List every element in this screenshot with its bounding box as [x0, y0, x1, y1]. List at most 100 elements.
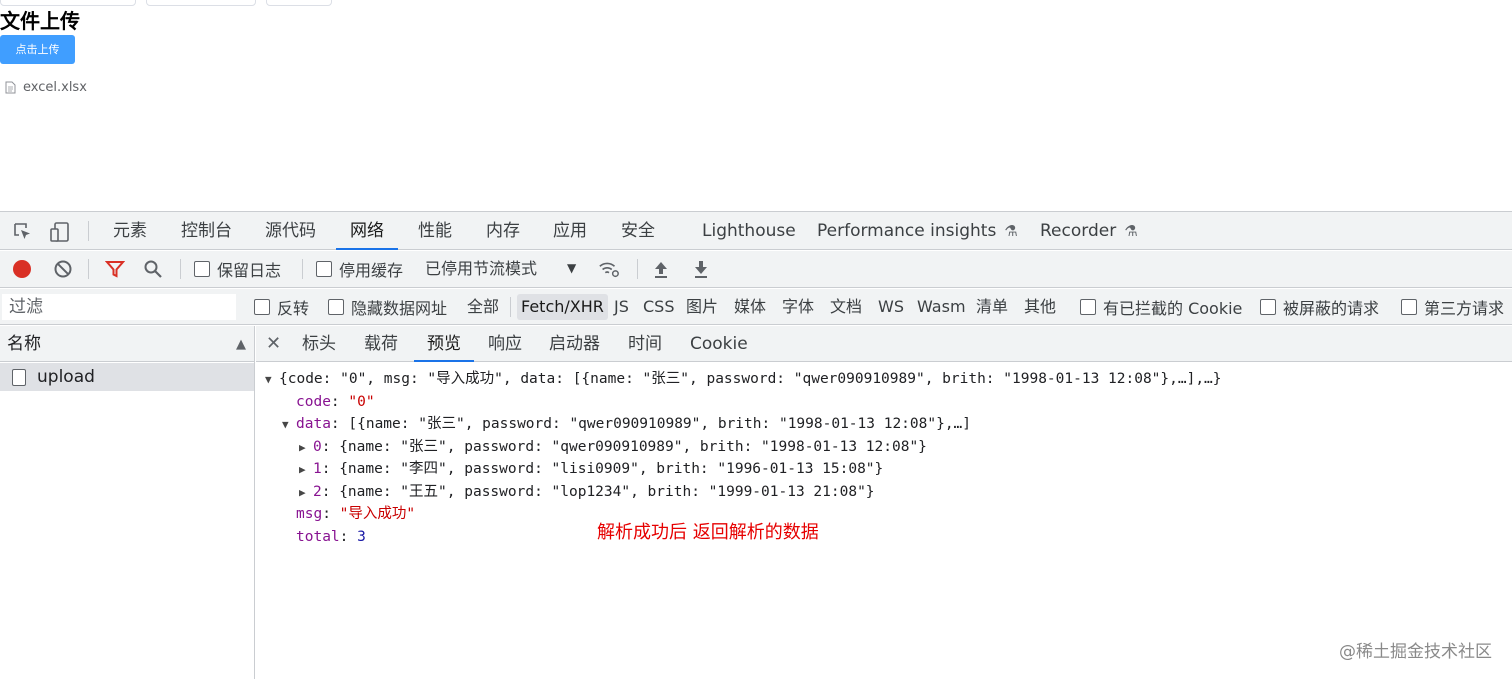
disable-cache-label: 停用缓存 [339, 261, 404, 280]
toolbar-divider [637, 259, 638, 279]
tab-lighthouse[interactable]: Lighthouse [702, 212, 796, 250]
filter-type-manifest[interactable]: 清单 [976, 294, 1008, 320]
devtools-panel: 元素 控制台 源代码 网络 性能 内存 应用 安全 Lighthouse Per… [0, 211, 1512, 679]
export-har-icon[interactable] [690, 258, 712, 280]
preserve-log-label: 保留日志 [217, 261, 282, 280]
msg-value: "导入成功" [339, 506, 416, 522]
filter-type-media[interactable]: 媒体 [734, 294, 766, 320]
filter-input[interactable]: 过滤 [2, 294, 236, 320]
detail-tab-preview[interactable]: 预览 [414, 326, 474, 362]
blocked-requests-label: 被屏蔽的请求 [1283, 299, 1380, 318]
page-title: 文件上传 [0, 9, 80, 33]
tab-elements[interactable]: 元素 [113, 212, 147, 250]
filter-type-js[interactable]: JS [614, 294, 629, 320]
collapsed-triangle-icon[interactable]: ▶ [299, 459, 313, 481]
top-button-2[interactable] [146, 0, 256, 6]
tab-performance[interactable]: 性能 [418, 212, 452, 250]
filter-type-ws[interactable]: WS [878, 294, 904, 320]
close-icon[interactable]: ✕ [266, 326, 281, 362]
collapsed-triangle-icon[interactable]: ▶ [299, 437, 313, 459]
checkbox-box [1260, 299, 1276, 315]
chevron-down-icon[interactable]: ▼ [567, 261, 576, 275]
import-har-icon[interactable] [650, 258, 672, 280]
detail-tab-payload[interactable]: 载荷 [364, 326, 398, 362]
throttling-select[interactable]: 已停用节流模式 [425, 259, 537, 279]
tab-memory[interactable]: 内存 [486, 212, 520, 250]
watermark: @稀土掘金技术社区 [1339, 642, 1492, 662]
hide-data-urls-checkbox[interactable]: 隐藏数据网址 [328, 297, 448, 318]
total-value: 3 [357, 528, 366, 545]
collapsed-triangle-icon[interactable]: ▶ [299, 482, 313, 504]
item-summary: {name: "李四", password: "lisi0909", brith… [339, 461, 884, 477]
filter-type-font[interactable]: 字体 [782, 294, 814, 320]
data-summary: [{name: "张三", password: "qwer090910989",… [348, 416, 972, 432]
network-conditions-icon[interactable] [598, 258, 620, 280]
tree-code-row[interactable]: code: "0" [296, 391, 375, 413]
third-party-checkbox[interactable]: 第三方请求 [1401, 297, 1504, 318]
uploaded-file-name: excel.xlsx [23, 79, 87, 95]
detail-tab-headers[interactable]: 标头 [302, 326, 336, 362]
request-list: 名称 ▲ upload [0, 326, 255, 679]
filter-type-img[interactable]: 图片 [686, 294, 718, 320]
tab-network[interactable]: 网络 [336, 212, 398, 250]
item-summary: {name: "张三", password: "qwer090910989", … [339, 438, 927, 455]
tree-data-row[interactable]: ▼ data: [{name: "张三", password: "qwer0909… [282, 413, 971, 435]
request-row[interactable]: upload [0, 363, 254, 391]
clear-icon[interactable] [52, 258, 74, 280]
search-icon[interactable] [142, 258, 164, 280]
filter-divider [510, 297, 511, 317]
detail-tab-cookies[interactable]: Cookie [690, 326, 748, 362]
tree-msg-row[interactable]: msg: "导入成功" [296, 503, 415, 525]
filter-type-fetch-xhr[interactable]: Fetch/XHR [517, 294, 608, 320]
tab-security[interactable]: 安全 [621, 212, 655, 250]
column-name[interactable]: 名称 [7, 326, 41, 362]
checkbox-box [1080, 299, 1096, 315]
disable-cache-checkbox[interactable]: 停用缓存 [316, 259, 404, 280]
inspect-element-icon[interactable] [12, 221, 34, 243]
checkbox-box [328, 299, 344, 315]
top-button-3[interactable] [266, 0, 332, 6]
invert-checkbox[interactable]: 反转 [254, 297, 309, 318]
filter-type-css[interactable]: CSS [643, 294, 674, 320]
detail-tab-response[interactable]: 响应 [488, 326, 522, 362]
code-value: "0" [348, 393, 375, 410]
expand-triangle-icon[interactable]: ▼ [282, 414, 296, 436]
blocked-requests-checkbox[interactable]: 被屏蔽的请求 [1260, 297, 1380, 318]
tab-performance-insights[interactable]: Performance insights ⚗ [817, 212, 1018, 250]
blocked-cookies-label: 有已拦截的 Cookie [1103, 299, 1243, 318]
detail-tab-timing[interactable]: 时间 [628, 326, 662, 362]
tree-data-item[interactable]: ▶ 2: {name: "王五", password: "lop1234", br… [299, 481, 875, 503]
filter-icon[interactable] [104, 258, 126, 280]
request-detail: ✕ 标头 载荷 预览 响应 启动器 时间 Cookie ▼ {code: "0",… [256, 326, 1512, 679]
tab-application[interactable]: 应用 [553, 212, 587, 250]
filter-type-doc[interactable]: 文档 [830, 294, 862, 320]
record-icon[interactable] [11, 258, 33, 280]
request-list-header[interactable]: 名称 ▲ [0, 326, 254, 362]
expand-triangle-icon[interactable]: ▼ [265, 369, 279, 391]
preserve-log-checkbox[interactable]: 保留日志 [194, 259, 282, 280]
code-key: code [296, 393, 331, 410]
hide-data-urls-label: 隐藏数据网址 [351, 299, 448, 318]
network-filter-bar: 过滤 反转 隐藏数据网址 全部 Fetch/XHR JS CSS 图片 媒体 字… [0, 289, 1512, 325]
tree-total-row[interactable]: total: 3 [296, 526, 366, 548]
detail-tab-bar: ✕ 标头 载荷 预览 响应 启动器 时间 Cookie [256, 326, 1512, 362]
uploaded-file-item[interactable]: excel.xlsx [5, 78, 87, 96]
tree-root[interactable]: ▼ {code: "0", msg: "导入成功", data: [{name: … [265, 368, 1222, 390]
tab-recorder[interactable]: Recorder ⚗ [1040, 212, 1138, 250]
upload-button[interactable]: 点击上传 [0, 35, 75, 64]
filter-type-wasm[interactable]: Wasm [917, 294, 966, 320]
top-button-1[interactable] [0, 0, 136, 6]
blocked-cookies-checkbox[interactable]: 有已拦截的 Cookie [1080, 297, 1243, 318]
item-index: 0 [313, 438, 322, 455]
tree-data-item[interactable]: ▶ 1: {name: "李四", password: "lisi0909", b… [299, 458, 883, 480]
filter-type-other[interactable]: 其他 [1024, 294, 1056, 320]
detail-tab-initiator[interactable]: 启动器 [549, 326, 600, 362]
tab-sources[interactable]: 源代码 [265, 212, 316, 250]
tree-data-item[interactable]: ▶ 0: {name: "张三", password: "qwer09091098… [299, 436, 927, 458]
sort-ascending-icon[interactable]: ▲ [236, 337, 246, 352]
checkbox-box [1401, 299, 1417, 315]
item-index: 2 [313, 483, 322, 500]
device-toolbar-icon[interactable] [49, 221, 71, 243]
tab-console[interactable]: 控制台 [181, 212, 232, 250]
filter-type-all[interactable]: 全部 [467, 294, 499, 320]
